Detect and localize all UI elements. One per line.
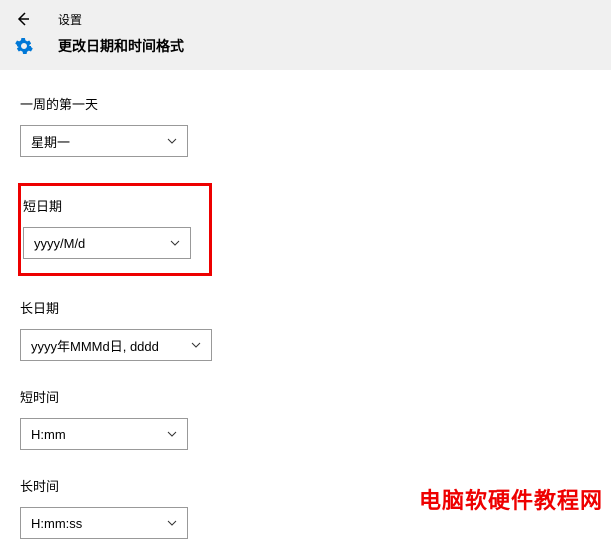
chevron-down-icon — [170, 238, 180, 248]
chevron-down-icon — [191, 340, 201, 350]
header-top: 设置 — [0, 0, 611, 30]
first-day-group: 一周的第一天 星期一 — [20, 94, 591, 157]
short-date-label: 短日期 — [23, 196, 191, 215]
long-date-group: 长日期 yyyy年MMMd日, dddd — [20, 298, 591, 361]
short-time-dropdown[interactable]: H:mm — [20, 418, 188, 450]
back-arrow-icon[interactable] — [14, 10, 32, 28]
first-day-label: 一周的第一天 — [20, 94, 591, 113]
short-time-label: 短时间 — [20, 387, 591, 406]
header-title-row: 更改日期和时间格式 — [0, 30, 611, 64]
long-date-dropdown[interactable]: yyyy年MMMd日, dddd — [20, 329, 212, 361]
short-date-highlight: 短日期 yyyy/M/d — [18, 183, 212, 276]
long-time-dropdown[interactable]: H:mm:ss — [20, 507, 188, 539]
chevron-down-icon — [167, 518, 177, 528]
long-date-label: 长日期 — [20, 298, 591, 317]
long-date-value: yyyy年MMMd日, dddd — [31, 336, 159, 355]
watermark: 电脑软硬件教程网 — [419, 483, 603, 515]
gear-icon — [14, 36, 34, 56]
first-day-dropdown[interactable]: 星期一 — [20, 125, 188, 157]
breadcrumb: 设置 — [58, 11, 82, 28]
short-time-group: 短时间 H:mm — [20, 387, 591, 450]
first-day-value: 星期一 — [31, 132, 70, 151]
short-date-dropdown[interactable]: yyyy/M/d — [23, 227, 191, 259]
page-title: 更改日期和时间格式 — [58, 36, 184, 56]
short-date-value: yyyy/M/d — [34, 236, 85, 251]
header: 设置 更改日期和时间格式 — [0, 0, 611, 70]
short-time-value: H:mm — [31, 427, 66, 442]
chevron-down-icon — [167, 429, 177, 439]
content: 一周的第一天 星期一 短日期 yyyy/M/d 长日期 yyyy年MMMd日, … — [0, 70, 611, 539]
long-time-value: H:mm:ss — [31, 516, 82, 531]
chevron-down-icon — [167, 136, 177, 146]
